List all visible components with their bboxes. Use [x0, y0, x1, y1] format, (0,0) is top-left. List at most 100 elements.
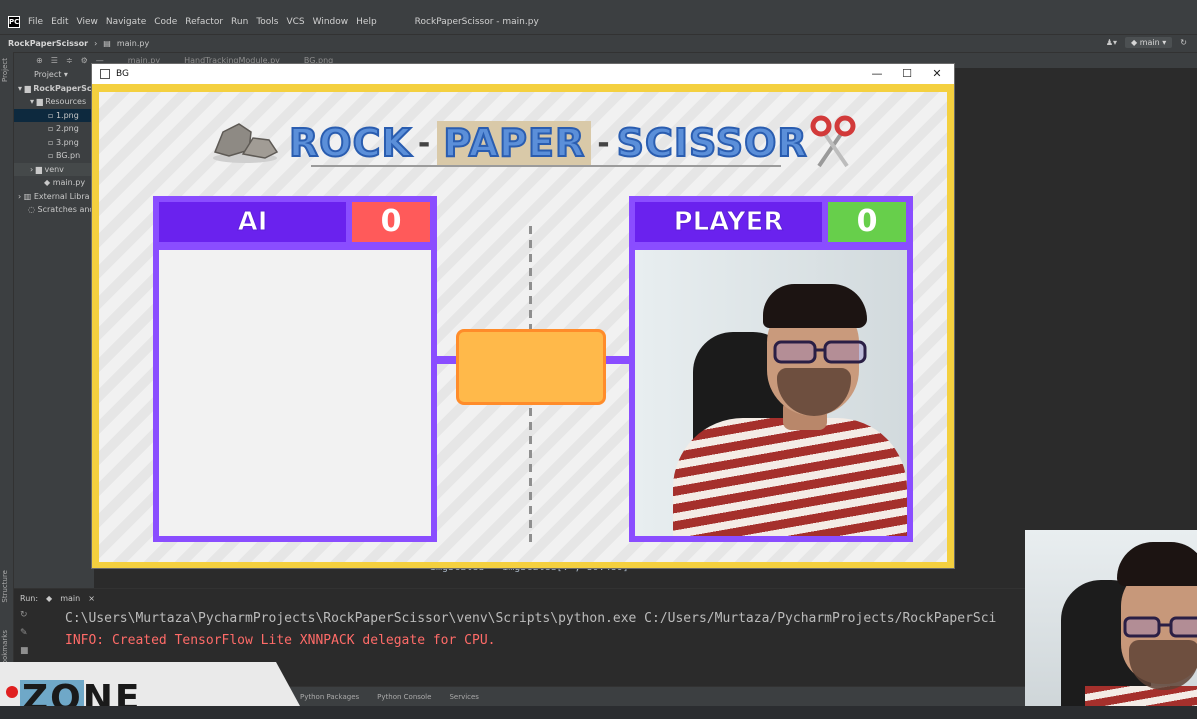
rock-icon: [213, 123, 279, 163]
stop-icon[interactable]: ■: [20, 646, 50, 656]
run-panel-header: Run: ◆ main ×: [14, 590, 95, 606]
breadcrumb-project[interactable]: RockPaperScissor: [8, 39, 88, 48]
menu-vcs[interactable]: VCS: [286, 17, 304, 27]
player-panel: PLAYER 0: [629, 196, 913, 542]
menu-view[interactable]: View: [77, 17, 98, 27]
menu-file[interactable]: File: [28, 17, 43, 27]
run-label: Run:: [20, 593, 39, 603]
breadcrumb-separator: ›: [94, 39, 98, 48]
game-window-title: BG: [116, 69, 129, 79]
game-background: ROCK - PAPER - SCISSOR AI 0 PLAYER 0: [99, 92, 947, 562]
ai-score: 0: [352, 202, 430, 242]
console-line-command: C:\Users\Murtaza\PycharmProjects\RockPap…: [65, 611, 997, 626]
tab-python-console[interactable]: Python Console: [377, 693, 431, 701]
game-window: BG — ☐ ✕ ROCK - PAPER - SCISSOR AI 0 PLA…: [91, 63, 955, 569]
tree-item-1png[interactable]: ▫ 1.png: [14, 108, 94, 122]
game-window-titlebar: BG — ☐ ✕: [92, 64, 954, 84]
menu-code[interactable]: Code: [154, 17, 177, 27]
scratches-icon: ◌: [28, 205, 35, 214]
tree-scratches-label: Scratches and: [37, 205, 94, 214]
menu-edit[interactable]: Edit: [51, 17, 68, 27]
glasses-icon: [1123, 616, 1197, 638]
tree-root-label: RockPaperSci: [33, 83, 94, 93]
project-tree: Project ▾ ▾ ▆ RockPaperSci ▾ ▆ Resources…: [14, 68, 94, 588]
pip-shirt: [1085, 686, 1197, 706]
tree-file-label: BG.pn: [55, 151, 81, 160]
glasses-icon: [773, 340, 867, 364]
player-score: 0: [828, 202, 906, 242]
tree-file-label: 3.png: [55, 137, 79, 147]
tree-item-scratches[interactable]: ◌ Scratches and: [14, 203, 94, 217]
rerun-icon[interactable]: ↻: [20, 610, 50, 620]
breadcrumb-file[interactable]: main.py: [117, 39, 149, 48]
ai-move-area: [159, 250, 431, 536]
left-tool-strip: Project Structure Bookmarks: [0, 52, 14, 706]
collapse-icon[interactable]: ☰: [51, 56, 58, 65]
python-icon: ◆: [46, 593, 53, 603]
tree-file-label: 2.png: [55, 124, 79, 133]
channel-watermark: ZONE: [0, 662, 300, 706]
minimize-button[interactable]: —: [862, 66, 892, 82]
menu-tools[interactable]: Tools: [256, 17, 278, 27]
tree-file-label: 1.png: [55, 110, 79, 120]
ide-window-title: RockPaperScissor - main.py: [414, 17, 539, 27]
menu-refactor[interactable]: Refactor: [185, 17, 223, 27]
image-file-icon: ▫: [48, 137, 54, 147]
user-icon[interactable]: ♟▾: [1106, 38, 1117, 47]
ai-panel: AI 0: [153, 196, 437, 542]
close-icon[interactable]: ×: [88, 594, 95, 603]
tree-item-resources[interactable]: ▾ ▆ Resources: [14, 95, 94, 109]
tree-item-bgpng[interactable]: ▫ BG.pn: [14, 149, 94, 163]
wrench-icon[interactable]: ✎: [20, 628, 50, 638]
menu-window[interactable]: Window: [313, 17, 349, 27]
expand-icon[interactable]: ≑: [66, 56, 73, 65]
tree-item-2png[interactable]: ▫ 2.png: [14, 122, 94, 136]
title-dash-1: -: [417, 125, 432, 161]
run-config-label: main: [1139, 38, 1160, 47]
breadcrumb: RockPaperScissor › ▤ main.py ♟▾ ◆ main ▾…: [0, 34, 1197, 52]
title-underline: [311, 165, 781, 167]
game-title: ROCK - PAPER - SCISSOR: [288, 118, 808, 168]
watermark-logo: ZONE: [22, 678, 142, 719]
tree-item-main[interactable]: ◆ main.py: [14, 176, 94, 190]
tree-main-label: main.py: [52, 178, 86, 187]
maximize-button[interactable]: ☐: [892, 66, 922, 82]
project-label: Project: [34, 70, 62, 79]
webcam-hair: [763, 284, 867, 328]
menu-bar: PC File Edit View Navigate Code Refactor…: [0, 14, 539, 30]
menu-help[interactable]: Help: [356, 17, 377, 27]
python-file-icon: ◆: [44, 178, 51, 187]
tree-item-3png[interactable]: ▫ 3.png: [14, 136, 94, 150]
tree-item-external[interactable]: › ▥ External Libra: [14, 190, 94, 204]
title-rock: ROCK: [288, 120, 412, 166]
file-icon: ▤: [103, 39, 111, 48]
structure-tool-label[interactable]: Structure: [1, 570, 9, 603]
tree-header[interactable]: Project ▾: [14, 68, 94, 82]
tab-python-packages[interactable]: Python Packages: [300, 693, 359, 701]
menu-run[interactable]: Run: [231, 17, 248, 27]
folder-icon: ▆: [24, 83, 31, 93]
navbar-actions: ♟▾ ◆ main ▾ ↻: [1106, 37, 1187, 48]
tree-venv-label: venv: [44, 164, 64, 174]
pycharm-logo-icon: PC: [8, 16, 20, 28]
title-dash-2: -: [597, 125, 611, 161]
title-scissor: SCISSOR: [616, 120, 808, 166]
refresh-icon[interactable]: ↻: [1180, 38, 1187, 47]
crosshair-icon[interactable]: ⊕: [36, 56, 43, 65]
run-config-selector[interactable]: ◆ main ▾: [1125, 37, 1173, 48]
gear-icon[interactable]: ⚙: [81, 56, 88, 65]
image-file-icon: ▫: [48, 124, 54, 133]
menu-navigate[interactable]: Navigate: [106, 17, 146, 27]
tab-services[interactable]: Services: [449, 693, 479, 701]
close-button[interactable]: ✕: [922, 66, 952, 82]
run-config-tab[interactable]: main: [60, 594, 80, 603]
pip-hair: [1117, 542, 1197, 586]
ide-titlebar: PC File Edit View Navigate Code Refactor…: [0, 0, 1197, 34]
ide-window: PC File Edit View Navigate Code Refactor…: [0, 0, 1197, 706]
tree-item-root[interactable]: ▾ ▆ RockPaperSci: [14, 82, 94, 96]
image-file-icon: ▫: [48, 110, 54, 120]
tree-item-venv[interactable]: › ▆ venv: [14, 162, 94, 176]
run-actions: ↻ ✎ ■: [20, 610, 50, 656]
project-tool-label[interactable]: Project: [1, 58, 9, 82]
game-canvas: ROCK - PAPER - SCISSOR AI 0 PLAYER 0: [92, 84, 954, 568]
